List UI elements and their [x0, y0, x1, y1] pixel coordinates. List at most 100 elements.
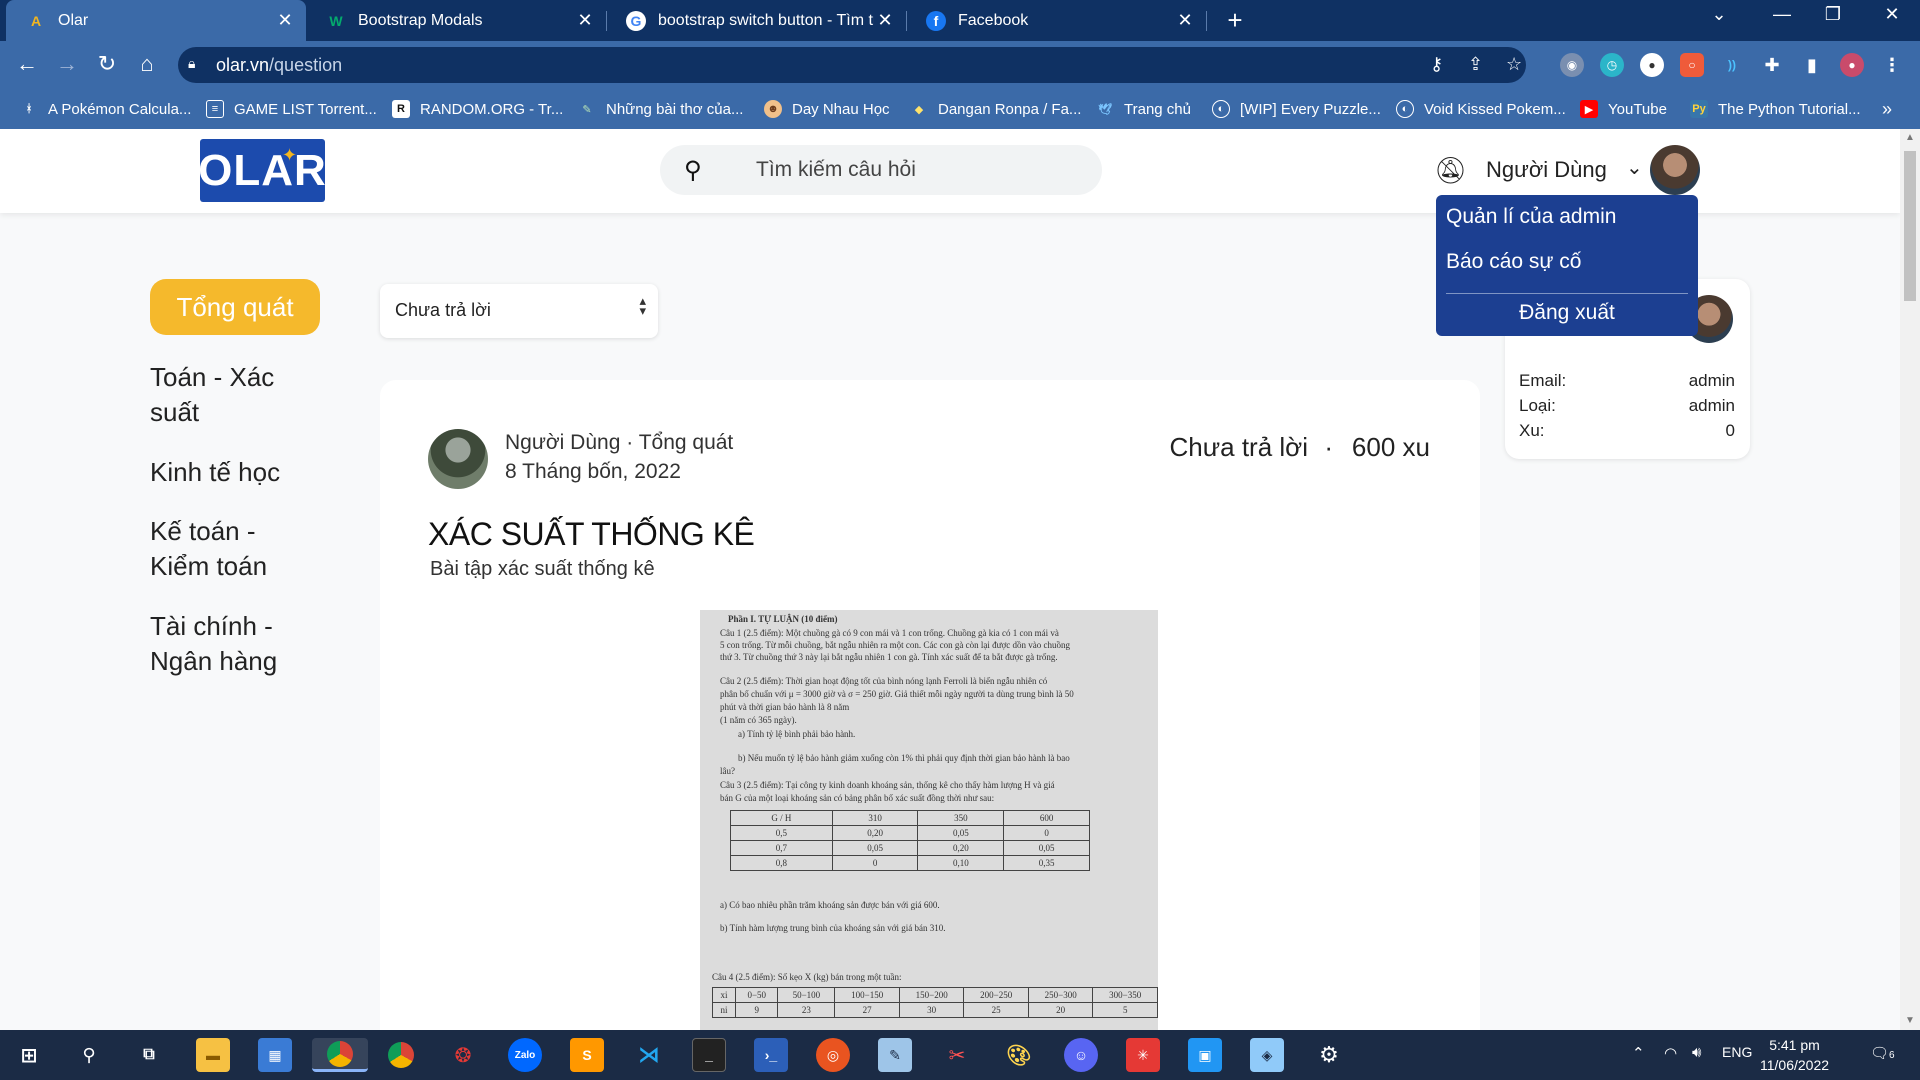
reload-icon[interactable]: ↻: [92, 51, 122, 77]
exam-paper-image[interactable]: Phần I. TỰ LUẬN (10 điểm) Câu 1 (2.5 điể…: [700, 610, 1158, 1030]
store-icon[interactable]: ▦: [258, 1038, 292, 1072]
tab-search-icon[interactable]: ⌄: [1699, 4, 1739, 25]
close-icon[interactable]: ✕: [574, 10, 596, 31]
scrollbar-thumb[interactable]: [1904, 151, 1916, 301]
new-tab-button[interactable]: +: [1220, 5, 1250, 36]
menu-item-admin[interactable]: Quản lí của admin: [1446, 205, 1616, 229]
bookmark-item[interactable]: Py The Python Tutorial...: [1690, 89, 1861, 129]
search-input[interactable]: [756, 155, 1076, 185]
post-author-avatar[interactable]: [428, 429, 488, 489]
tab-bootstrap-modals[interactable]: W Bootstrap Modals ✕: [306, 0, 606, 41]
vscode-icon[interactable]: ⋊: [632, 1038, 666, 1072]
chevron-down-icon[interactable]: ⌄: [1626, 155, 1643, 180]
ubuntu-icon[interactable]: ◎: [816, 1038, 850, 1072]
terminal-icon[interactable]: _: [692, 1038, 726, 1072]
user-name[interactable]: Người Dùng: [1486, 157, 1607, 183]
puzzle-icon[interactable]: ✚: [1760, 53, 1784, 77]
bookmark-item[interactable]: ◐ [WIP] Every Puzzle...: [1212, 89, 1381, 129]
clock[interactable]: 5:41 pm 11/06/2022: [1760, 1035, 1829, 1075]
restore-icon[interactable]: ❐: [1813, 4, 1853, 25]
bookmark-item[interactable]: 🕊︎ Trang chủ: [1096, 89, 1191, 129]
page-scrollbar[interactable]: ▲ ▼: [1900, 129, 1920, 1030]
task-view-icon[interactable]: ⧉: [132, 1038, 166, 1072]
post-title[interactable]: XÁC SUẤT THỐNG KÊ: [428, 516, 755, 553]
profile-icon[interactable]: ●: [1840, 53, 1864, 77]
category-accounting[interactable]: Kế toán - Kiểm toán: [150, 514, 320, 584]
post-author[interactable]: Người Dùng: [505, 431, 620, 454]
category-finance-banking[interactable]: Tài chính - Ngân hàng: [150, 609, 320, 679]
category-math-probability[interactable]: Toán - Xác suất: [150, 360, 330, 430]
window-icon[interactable]: ▣: [1188, 1038, 1222, 1072]
bookmark-item[interactable]: ◆ Dangan Ronpa / Fa...: [910, 89, 1082, 129]
discord-icon[interactable]: ☺: [1064, 1038, 1098, 1072]
chrome-extension-icon[interactable]: ●: [1640, 53, 1664, 77]
paint-icon[interactable]: ✂: [940, 1038, 974, 1072]
home-icon[interactable]: ⌂: [132, 51, 162, 77]
logout-button[interactable]: Đăng xuất: [1436, 301, 1698, 325]
cube-icon[interactable]: ◈: [1250, 1038, 1284, 1072]
close-icon[interactable]: ✕: [274, 10, 296, 31]
bookmarks-overflow-icon[interactable]: »: [1882, 89, 1892, 129]
close-icon[interactable]: ✕: [874, 10, 896, 31]
tray-chevron-icon[interactable]: ⌃: [1632, 1044, 1645, 1062]
settings-icon[interactable]: ⚙: [1312, 1038, 1346, 1072]
star-icon[interactable]: ☆: [1506, 54, 1522, 75]
forward-icon[interactable]: →: [52, 51, 82, 77]
bookmark-item[interactable]: ☻ Day Nhau Học: [764, 89, 890, 129]
sublime-icon[interactable]: S: [570, 1038, 604, 1072]
camera-extension-icon[interactable]: ◉: [1560, 53, 1584, 77]
minimize-icon[interactable]: —: [1762, 4, 1802, 25]
paper-table-q4: xi 0−50 50−100 100−150 150−200 200−250 2…: [711, 987, 1158, 1018]
audio-extension-icon[interactable]: )): [1720, 53, 1744, 77]
question-card[interactable]: Người Dùng · Tổng quát 8 Tháng bốn, 2022…: [380, 380, 1480, 1030]
bookmark-item[interactable]: ≡ GAME LIST Torrent...: [206, 89, 377, 129]
close-icon[interactable]: ✕: [1174, 10, 1196, 31]
bookmark-item[interactable]: ᚼ A Pokémon Calcula...: [20, 89, 192, 129]
record-extension-icon[interactable]: ○: [1680, 53, 1704, 77]
search-icon[interactable]: ⚲: [684, 156, 702, 185]
bell-off-icon[interactable]: 🔕︎: [1434, 155, 1467, 186]
tab-google-search[interactable]: G bootstrap switch button - Tìm trê ✕: [606, 0, 906, 41]
side-panel-icon[interactable]: ▮: [1800, 53, 1824, 77]
app-icon[interactable]: ✳: [1126, 1038, 1160, 1072]
address-bar[interactable]: 🔒︎ olar.vn/question ⚷ ⇪ ☆: [178, 47, 1526, 83]
volume-icon[interactable]: 🔊︎: [1692, 1044, 1701, 1061]
bookmark-item[interactable]: ▶ YouTube: [1580, 89, 1667, 129]
type-value: admin: [1688, 396, 1735, 415]
chrome-alt-icon[interactable]: [384, 1038, 418, 1072]
bookmark-item[interactable]: R RANDOM.ORG - Tr...: [392, 89, 563, 129]
back-icon[interactable]: ←: [12, 51, 42, 77]
status-filter-select[interactable]: Chưa trả lời ▴ ▾: [380, 284, 658, 338]
garena-icon[interactable]: ❂: [446, 1038, 480, 1072]
notes-icon[interactable]: ✎: [878, 1038, 912, 1072]
post-category[interactable]: Tổng quát: [639, 431, 734, 454]
zalo-icon[interactable]: Zalo: [508, 1038, 542, 1072]
start-icon[interactable]: ⊞: [12, 1038, 46, 1072]
share-icon[interactable]: ⇪: [1468, 54, 1483, 75]
tab-olar[interactable]: A Olar ✕: [6, 0, 306, 41]
search-icon[interactable]: ⚲: [72, 1038, 106, 1072]
site-logo[interactable]: OLAR ✦: [198, 139, 326, 202]
file-explorer-icon[interactable]: ▬: [196, 1038, 230, 1072]
menu-item-report[interactable]: Báo cáo sự cố: [1446, 250, 1581, 274]
bookmark-item[interactable]: ◐ Void Kissed Pokem...: [1396, 89, 1566, 129]
avatar[interactable]: [1650, 145, 1700, 195]
clock-extension-icon[interactable]: ◷: [1600, 53, 1624, 77]
bookmark-item[interactable]: ✎ Những bài thơ của...: [578, 89, 743, 129]
bookmark-label: Dangan Ronpa / Fa...: [938, 100, 1082, 118]
brush-icon[interactable]: 🎨︎: [1002, 1038, 1036, 1072]
category-economics[interactable]: Kinh tế học: [150, 455, 330, 490]
windows-taskbar: ⊞ ⚲ ⧉ ▬ ▦ ❂ Zalo S ⋊ _ ›_ ◎ ✎ ✂ 🎨︎ ☺ ✳ ▣…: [0, 1030, 1920, 1080]
notification-icon[interactable]: 🗨︎6: [1870, 1044, 1895, 1062]
menu-kebab-icon[interactable]: ⋮: [1880, 53, 1904, 77]
chrome-icon[interactable]: [312, 1038, 368, 1072]
key-icon[interactable]: ⚷: [1430, 54, 1443, 75]
window-close-icon[interactable]: ✕: [1872, 4, 1912, 25]
tab-facebook[interactable]: f Facebook ✕: [906, 0, 1206, 41]
category-general[interactable]: Tổng quát: [150, 279, 320, 335]
powershell-icon[interactable]: ›_: [754, 1038, 788, 1072]
scroll-up-icon[interactable]: ▲: [1905, 132, 1915, 143]
wifi-icon[interactable]: ◠: [1664, 1044, 1677, 1062]
scroll-down-icon[interactable]: ▼: [1905, 1015, 1915, 1026]
language-indicator[interactable]: ENG: [1722, 1044, 1752, 1060]
